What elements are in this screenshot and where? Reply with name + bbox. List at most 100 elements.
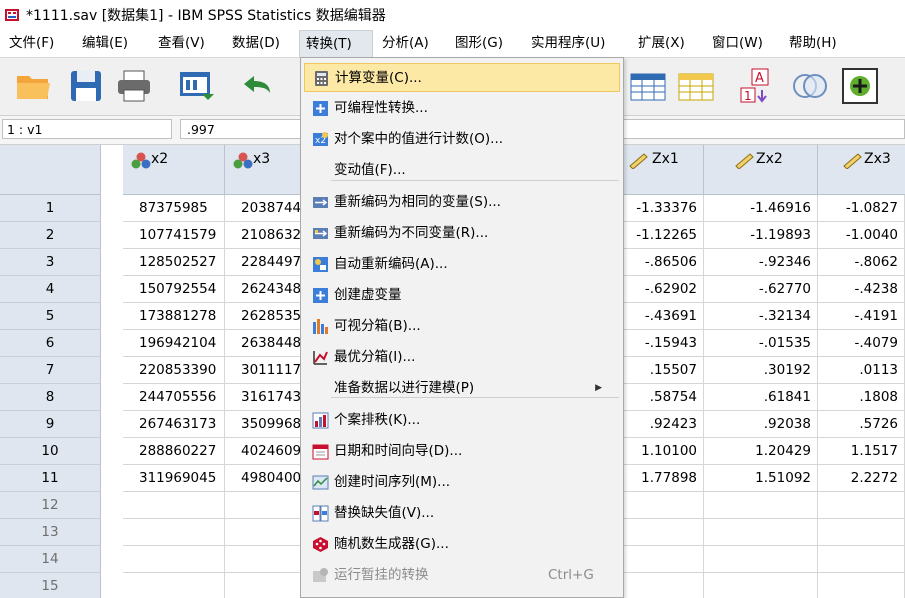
- add-on-icon[interactable]: [840, 66, 880, 106]
- menu-transform[interactable]: 转换(T): [299, 30, 373, 57]
- data-cell-x3[interactable]: 3011117: [225, 357, 301, 384]
- row-header[interactable]: 13: [0, 519, 101, 546]
- data-cell-x3[interactable]: 3161743: [225, 384, 301, 411]
- data-cell-zx3[interactable]: .1808: [818, 384, 905, 411]
- row-header[interactable]: 3: [0, 249, 101, 276]
- data-cell-zx3[interactable]: [818, 546, 905, 573]
- data-cell-x2[interactable]: 311969045: [123, 465, 225, 492]
- transform-menu-item[interactable]: 随机数生成器(G)...: [304, 530, 620, 559]
- data-cell-zx3[interactable]: -.4079: [818, 330, 905, 357]
- recall-dialog-icon[interactable]: [176, 66, 216, 106]
- transform-menu-item[interactable]: x2 对个案中的值进行计数(O)...: [304, 125, 620, 154]
- data-cell-x3[interactable]: 2638448: [225, 330, 301, 357]
- data-cell-x2[interactable]: [123, 519, 225, 546]
- data-cell-zx2[interactable]: [704, 546, 818, 573]
- data-cell-zx1[interactable]: [624, 519, 704, 546]
- data-cell-x2[interactable]: [123, 546, 225, 573]
- data-cell-zx2[interactable]: [704, 573, 818, 598]
- column-header-x3[interactable]: x3: [225, 145, 301, 195]
- transform-menu-item[interactable]: 创建虚变量: [304, 281, 620, 310]
- transform-menu-item[interactable]: 重新编码为不同变量(R)...: [304, 219, 620, 248]
- transform-menu-item[interactable]: 个案排秩(K)...: [304, 406, 620, 435]
- data-cell-zx1[interactable]: -.62902: [624, 276, 704, 303]
- data-cell-zx3[interactable]: -.4238: [818, 276, 905, 303]
- row-header[interactable]: 11: [0, 465, 101, 492]
- menu-window[interactable]: 窗口(W): [706, 30, 769, 57]
- data-cell-x2[interactable]: 220853390: [123, 357, 225, 384]
- data-cell-zx3[interactable]: .0113: [818, 357, 905, 384]
- data-cell-x2[interactable]: 288860227: [123, 438, 225, 465]
- data-cell-zx1[interactable]: [624, 573, 704, 598]
- data-cell-x3[interactable]: 2284497: [225, 249, 301, 276]
- data-cell-x3[interactable]: 4024609: [225, 438, 301, 465]
- transform-menu-item[interactable]: 可视分箱(B)...: [304, 312, 620, 341]
- menu-graphs[interactable]: 图形(G): [449, 30, 509, 57]
- transform-menu-item[interactable]: 最优分箱(I)...: [304, 343, 620, 372]
- menu-extensions[interactable]: 扩展(X): [632, 30, 691, 57]
- data-cell-x3[interactable]: [225, 573, 301, 598]
- row-header[interactable]: 14: [0, 546, 101, 573]
- data-cell-x2[interactable]: 87375985: [123, 195, 225, 222]
- data-cell-zx2[interactable]: 1.51092: [704, 465, 818, 492]
- data-cell-x3[interactable]: 2624348: [225, 276, 301, 303]
- data-cell-x3[interactable]: 2038744: [225, 195, 301, 222]
- row-header[interactable]: 12: [0, 492, 101, 519]
- column-header-zx2[interactable]: Zx2: [704, 145, 818, 195]
- data-cell-zx1[interactable]: .58754: [624, 384, 704, 411]
- data-cell-zx1[interactable]: -.15943: [624, 330, 704, 357]
- data-cell-zx2[interactable]: -.62770: [704, 276, 818, 303]
- data-cell-zx1[interactable]: -.86506: [624, 249, 704, 276]
- open-folder-icon[interactable]: [14, 66, 54, 106]
- data-cell-zx3[interactable]: 1.1517: [818, 438, 905, 465]
- data-cell-zx2[interactable]: [704, 492, 818, 519]
- split-file-icon[interactable]: A 1: [738, 66, 778, 106]
- data-cell-x2[interactable]: 267463173: [123, 411, 225, 438]
- data-cell-x2[interactable]: 150792554: [123, 276, 225, 303]
- data-cell-x3[interactable]: 3509968: [225, 411, 301, 438]
- data-cell-zx2[interactable]: -.01535: [704, 330, 818, 357]
- transform-menu-item[interactable]: 重新编码为相同的变量(S)...: [304, 188, 620, 217]
- data-cell-zx3[interactable]: -1.0040: [818, 222, 905, 249]
- row-header[interactable]: 15: [0, 573, 101, 598]
- print-icon[interactable]: [114, 66, 154, 106]
- row-header[interactable]: 9: [0, 411, 101, 438]
- data-cell-zx1[interactable]: .92423: [624, 411, 704, 438]
- transform-menu-item[interactable]: 准备数据以进行建模(P) ▶: [304, 374, 620, 403]
- data-cell-zx3[interactable]: [818, 573, 905, 598]
- save-icon[interactable]: [66, 66, 106, 106]
- data-cell-zx2[interactable]: -.92346: [704, 249, 818, 276]
- data-cell-x2[interactable]: 128502527: [123, 249, 225, 276]
- data-cell-zx1[interactable]: -.43691: [624, 303, 704, 330]
- data-cell-zx1[interactable]: 1.77898: [624, 465, 704, 492]
- data-cell-x2[interactable]: [123, 573, 225, 598]
- row-header[interactable]: 8: [0, 384, 101, 411]
- data-cell-x2[interactable]: 244705556: [123, 384, 225, 411]
- row-header[interactable]: 1: [0, 195, 101, 222]
- data-cell-zx3[interactable]: -.4191: [818, 303, 905, 330]
- undo-icon[interactable]: [236, 66, 276, 106]
- data-cell-zx3[interactable]: -.8062: [818, 249, 905, 276]
- row-header[interactable]: 5: [0, 303, 101, 330]
- data-cell-zx3[interactable]: -1.0827: [818, 195, 905, 222]
- data-cell-zx1[interactable]: -1.33376: [624, 195, 704, 222]
- data-cell-zx3[interactable]: 2.2272: [818, 465, 905, 492]
- menu-data[interactable]: 数据(D): [226, 30, 286, 57]
- grid-corner[interactable]: [0, 145, 101, 195]
- data-cell-x3[interactable]: [225, 519, 301, 546]
- menu-edit[interactable]: 编辑(E): [76, 30, 134, 57]
- data-cell-x3[interactable]: 4980400: [225, 465, 301, 492]
- row-header[interactable]: 10: [0, 438, 101, 465]
- data-cell-zx2[interactable]: .30192: [704, 357, 818, 384]
- insert-case-icon[interactable]: [628, 66, 668, 106]
- data-cell-x2[interactable]: [123, 492, 225, 519]
- data-cell-zx3[interactable]: .5726: [818, 411, 905, 438]
- data-cell-zx2[interactable]: -.32134: [704, 303, 818, 330]
- data-cell-x2[interactable]: 196942104: [123, 330, 225, 357]
- data-cell-zx2[interactable]: .61841: [704, 384, 818, 411]
- transform-menu-item[interactable]: 日期和时间向导(D)...: [304, 437, 620, 466]
- transform-menu-item[interactable]: 可编程性转换...: [304, 94, 620, 123]
- row-header[interactable]: 6: [0, 330, 101, 357]
- data-cell-zx3[interactable]: [818, 519, 905, 546]
- row-header[interactable]: 7: [0, 357, 101, 384]
- menu-analyze[interactable]: 分析(A): [376, 30, 435, 57]
